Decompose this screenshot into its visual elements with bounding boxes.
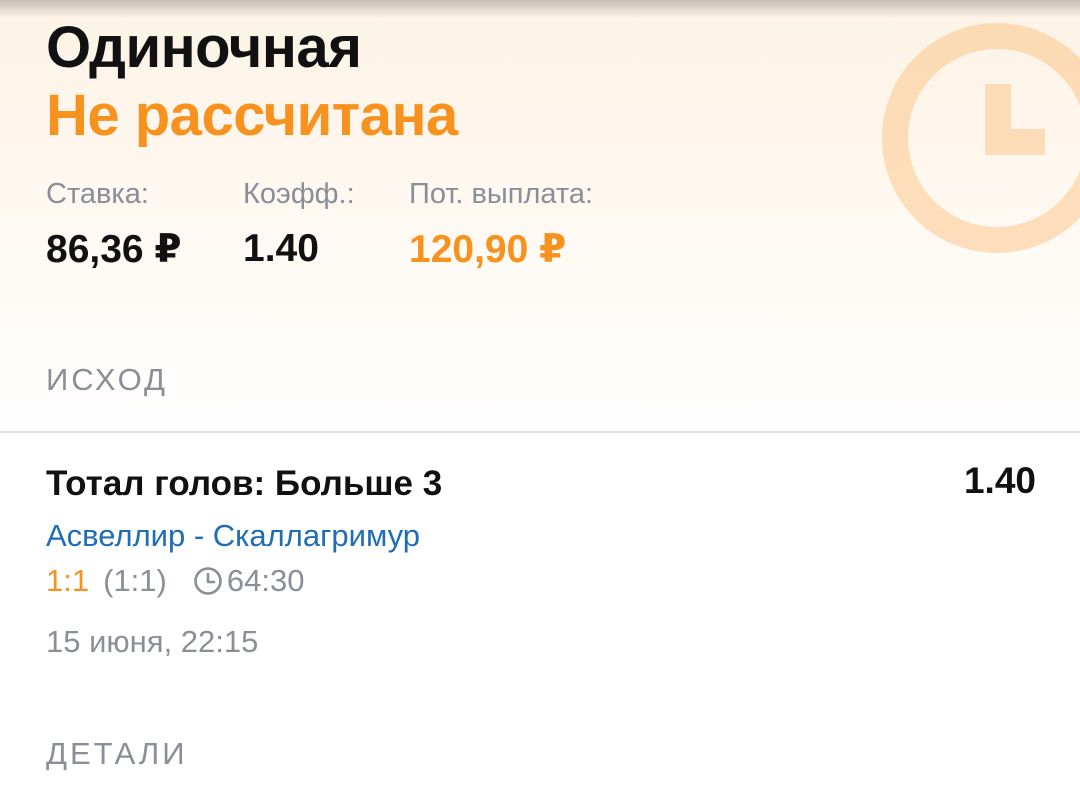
details-section-title: ДЕТАЛИ: [46, 736, 188, 771]
stake-label: Ставка:: [46, 178, 149, 210]
half-time-score: (1:1): [103, 563, 167, 598]
payout-stat: Пот. выплата: 120,90 ₽: [409, 178, 593, 272]
match-score-row: 1:1 (1:1) 64:30: [46, 563, 304, 599]
bet-type-title: Одиночная: [46, 15, 362, 80]
coef-label: Коэфф.:: [243, 178, 355, 210]
current-score: 1:1: [46, 563, 90, 598]
bet-status: Не рассчитана: [46, 83, 458, 148]
clock-icon: [194, 567, 222, 595]
match-time: 64:30: [226, 563, 305, 598]
bet-details-screen: Одиночная Не рассчитана Ставка: 86,36 ₽ …: [0, 0, 1080, 796]
payout-label: Пот. выплата:: [409, 178, 594, 210]
pending-clock-icon: [882, 23, 1080, 253]
match-link[interactable]: Асвеллир - Скаллагримур: [46, 518, 420, 554]
payout-value: 120,90 ₽: [409, 228, 567, 271]
outcome-coef: 1.40: [963, 460, 1036, 501]
match-date: 15 июня, 22:15: [46, 624, 259, 659]
outcome-name: Тотал голов: Больше 3: [46, 464, 443, 503]
coef-stat: Коэфф.: 1.40: [243, 178, 355, 271]
section-divider: [0, 431, 1080, 433]
bet-header: Одиночная Не рассчитана Ставка: 86,36 ₽ …: [0, 0, 1080, 432]
stake-value: 86,36 ₽: [46, 228, 182, 271]
stake-stat: Ставка: 86,36 ₽: [46, 178, 182, 272]
outcome-section-title: ИСХОД: [46, 362, 169, 397]
coef-value: 1.40: [243, 227, 319, 270]
